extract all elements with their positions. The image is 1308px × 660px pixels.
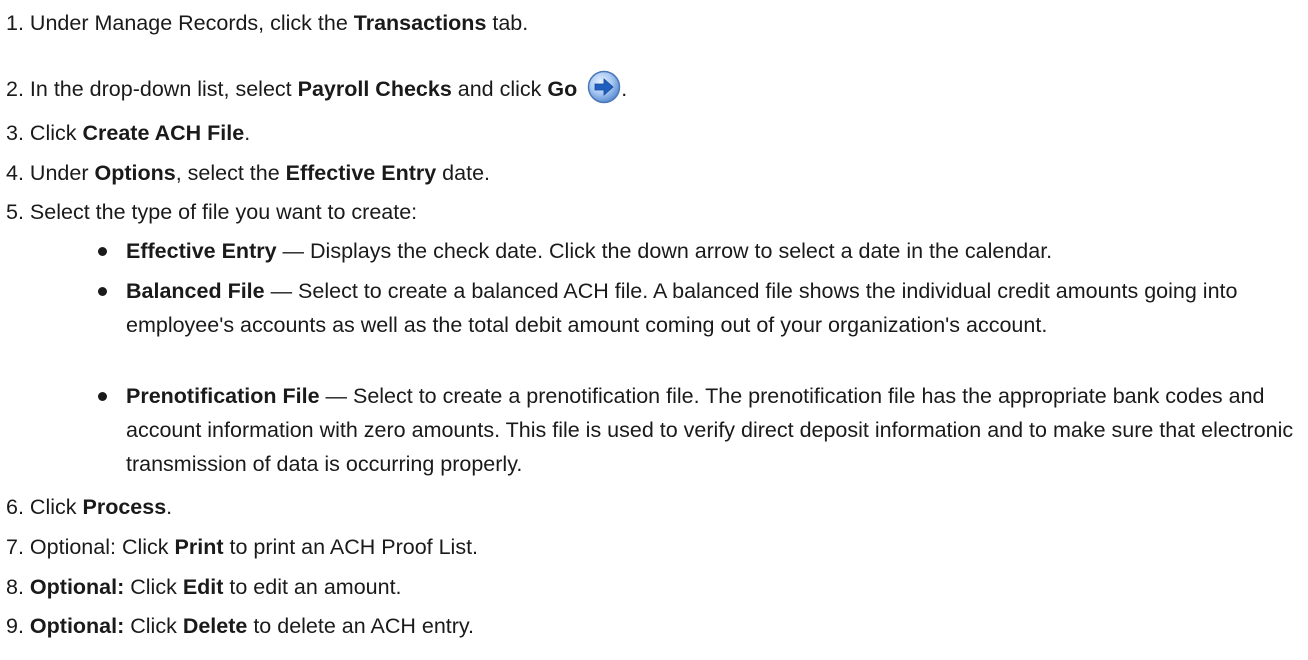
step-keyword: Edit (182, 575, 224, 599)
step-text: and click (451, 77, 548, 101)
file-type-description: — Displays the check date. Click the dow… (276, 239, 1053, 263)
step-1: 1. Under Manage Records, click the Trans… (6, 6, 528, 40)
step-number: 4. (6, 161, 24, 185)
instructions-document: 1. Under Manage Records, click the Trans… (0, 0, 1308, 660)
step-text: . (166, 495, 173, 519)
step-text: tab. (486, 11, 529, 35)
step-text: . (244, 121, 251, 145)
step-number: 3. (6, 121, 24, 145)
step-text: Click (124, 614, 183, 638)
step-number: 6. (6, 495, 24, 519)
step-text: Click (29, 495, 83, 519)
step-text: . (621, 77, 628, 101)
step-text: Click (29, 121, 83, 145)
step-keyword: Delete (182, 614, 248, 638)
file-type-name: Prenotification File (126, 384, 320, 408)
file-type-description: — Select to create a balanced ACH file. … (126, 279, 1238, 337)
step-5: 5. Select the type of file you want to c… (6, 195, 417, 229)
step-text: Optional: Click (29, 535, 175, 559)
step-keyword: Create ACH File (82, 121, 245, 145)
step-text: , select the (175, 161, 286, 185)
step-keyword: Optional: (29, 614, 125, 638)
step-keyword: Transactions (353, 11, 487, 35)
step-keyword: Print (174, 535, 224, 559)
step-number: 8. (6, 575, 24, 599)
file-type-effective-entry: Effective Entry — Displays the check dat… (98, 234, 1301, 268)
step-text: to print an ACH Proof List. (223, 535, 479, 559)
step-number: 9. (6, 614, 24, 638)
bullet-icon (98, 287, 107, 296)
step-text: to edit an amount. (223, 575, 402, 599)
step-keyword: Effective Entry (285, 161, 437, 185)
step-number: 2. (6, 77, 24, 101)
step-2: 2. In the drop-down list, select Payroll… (6, 70, 627, 114)
step-keyword: Payroll Checks (297, 77, 452, 101)
step-9: 9. Optional: Click Delete to delete an A… (6, 609, 474, 643)
step-6: 6. Click Process. (6, 490, 172, 524)
file-type-name: Effective Entry (126, 239, 277, 263)
step-4: 4. Under Options, select the Effective E… (6, 156, 490, 190)
file-type-balanced-file: Balanced File — Select to create a balan… (98, 274, 1301, 342)
step-text: Under (29, 161, 95, 185)
step-text: Click (124, 575, 183, 599)
step-3: 3. Click Create ACH File. (6, 116, 250, 150)
step-8: 8. Optional: Click Edit to edit an amoun… (6, 570, 402, 604)
step-number: 7. (6, 535, 24, 559)
step-text: In the drop-down list, select (29, 77, 298, 101)
step-text: Select the type of file you want to crea… (29, 200, 418, 224)
file-type-prenotification-file: Prenotification File — Select to create … (98, 379, 1301, 481)
step-keyword: Optional: (29, 575, 125, 599)
go-arrow-icon (587, 70, 621, 114)
step-number: 5. (6, 200, 24, 224)
step-keyword: Options (94, 161, 176, 185)
step-keyword: Process (82, 495, 167, 519)
step-text: to delete an ACH entry. (247, 614, 475, 638)
bullet-icon (98, 247, 107, 256)
step-number: 1. (6, 11, 24, 35)
step-text: date. (436, 161, 490, 185)
file-type-name: Balanced File (126, 279, 265, 303)
bullet-icon (98, 392, 107, 401)
step-keyword: Go (547, 77, 578, 101)
step-7: 7. Optional: Click Print to print an ACH… (6, 530, 478, 564)
step-text: Under Manage Records, click the (29, 11, 354, 35)
